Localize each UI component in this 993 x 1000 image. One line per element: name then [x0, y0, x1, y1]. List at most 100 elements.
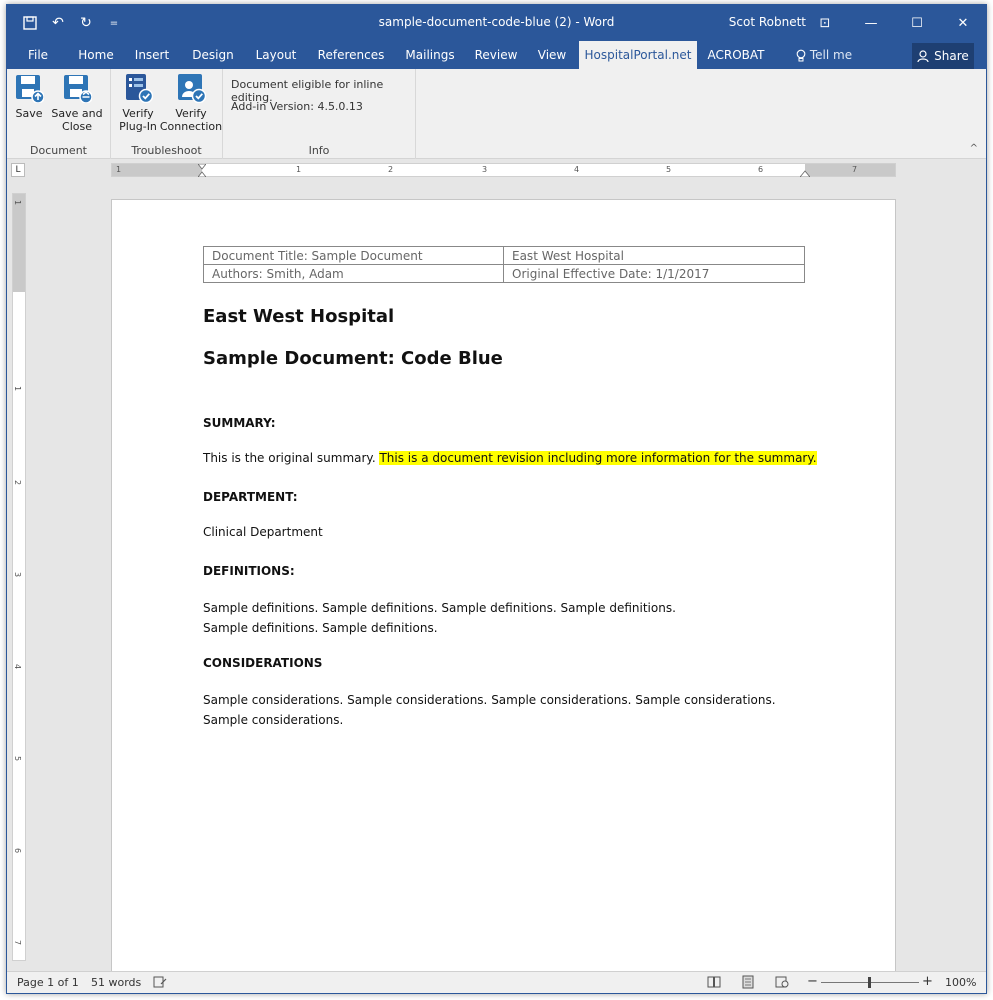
maximize-icon: ☐ [911, 15, 923, 31]
ribbon: Save Save and Close Document Verify Plug… [7, 69, 986, 159]
info-addin-version: Add-in Version: 4.5.0.13 [231, 100, 363, 113]
considerations-paragraph[interactable]: Sample considerations. Sample considerat… [203, 690, 823, 730]
header-cell-doc-title[interactable]: Document Title: Sample Document [203, 246, 504, 265]
share-button[interactable]: Share [912, 43, 974, 69]
horizontal-ruler[interactable]: 1 1 2 3 4 5 6 7 [111, 163, 896, 177]
save-and-close-button[interactable]: Save and Close [51, 73, 103, 133]
tab-selector[interactable]: L [11, 163, 25, 177]
tab-insert[interactable]: Insert [129, 41, 175, 69]
ruler-number: 1 [116, 165, 122, 174]
verify-connection-icon [178, 74, 206, 103]
ruler-number: 6 [13, 847, 23, 854]
ruler-left-margin [112, 164, 202, 176]
maximize-button[interactable]: ☐ [894, 5, 940, 41]
heading-hospital[interactable]: East West Hospital [203, 306, 394, 327]
indent-marker-icon[interactable] [198, 164, 206, 177]
verify-plugin-label-2: Plug-In [119, 120, 157, 133]
heading-definitions[interactable]: DEFINITIONS: [203, 564, 295, 578]
considerations-line: Sample considerations. Sample considerat… [203, 693, 776, 707]
verify-connection-button[interactable]: Verify Connection [159, 73, 223, 133]
ribbon-tabs: File Home Insert Design Layout Reference… [7, 41, 986, 69]
ruler-number: 1 [296, 165, 302, 174]
tab-hospitalportal[interactable]: HospitalPortal.net [579, 41, 697, 69]
header-cell-hospital[interactable]: East West Hospital [503, 246, 805, 265]
ruler-number: 5 [666, 165, 672, 174]
tab-design[interactable]: Design [187, 41, 239, 69]
group-label-info: Info [308, 144, 330, 157]
tab-acrobat[interactable]: ACROBAT [703, 41, 769, 69]
ruler-number: 1 [13, 199, 23, 206]
heading-department[interactable]: DEPARTMENT: [203, 490, 298, 504]
header-cell-effective-date[interactable]: Original Effective Date: 1/1/2017 [503, 264, 805, 283]
print-layout-icon[interactable] [741, 975, 755, 989]
close-button[interactable]: ✕ [940, 5, 986, 41]
table-row: Authors: Smith, Adam Original Effective … [203, 264, 805, 283]
ruler-number: 1 [13, 385, 23, 392]
word-window: ↶ ↻ = sample-document-code-blue (2) - Wo… [6, 4, 987, 994]
document-header-table[interactable]: Document Title: Sample Document East Wes… [203, 246, 805, 283]
collapse-ribbon-icon[interactable]: ^ [970, 143, 978, 154]
zoom-in-button[interactable]: + [922, 974, 933, 989]
ruler-number: 2 [388, 165, 394, 174]
ribbon-display-options-button[interactable]: ⊡ [802, 5, 848, 41]
verify-conn-label-1: Verify [175, 107, 207, 120]
group-label-troubleshoot: Troubleshoot [131, 144, 202, 157]
heading-document-title[interactable]: Sample Document: Code Blue [203, 348, 503, 369]
ruler-top-margin [13, 194, 25, 292]
lightbulb-icon [796, 49, 806, 61]
verify-conn-label-2: Connection [159, 120, 223, 133]
zoom-slider-thumb[interactable] [868, 977, 871, 988]
group-troubleshoot: Verify Plug-In Verify Connection Trouble… [111, 69, 223, 159]
tab-mailings[interactable]: Mailings [397, 41, 463, 69]
save-close-label-2: Close [62, 120, 92, 133]
save-label: Save [15, 107, 43, 120]
page-count[interactable]: Page 1 of 1 [17, 976, 79, 989]
verify-plugin-button[interactable]: Verify Plug-In [115, 73, 161, 133]
web-layout-icon[interactable] [775, 976, 789, 988]
tab-review[interactable]: Review [468, 41, 524, 69]
summary-paragraph[interactable]: This is the original summary. This is a … [203, 448, 823, 468]
ruler-number: 4 [13, 663, 23, 670]
summary-original-text: This is the original summary. [203, 451, 380, 465]
save-button[interactable]: Save [13, 73, 45, 120]
tell-me-search[interactable]: Tell me [779, 41, 869, 69]
definitions-line: Sample definitions. Sample definitions. … [203, 601, 676, 615]
tab-layout[interactable]: Layout [250, 41, 302, 69]
table-row: Document Title: Sample Document East Wes… [203, 246, 805, 265]
header-cell-authors[interactable]: Authors: Smith, Adam [203, 264, 504, 283]
minimize-button[interactable]: — [848, 5, 894, 41]
tab-view[interactable]: View [529, 41, 575, 69]
tab-references[interactable]: References [312, 41, 390, 69]
read-mode-icon[interactable] [707, 976, 721, 988]
ruler-number: 6 [758, 165, 764, 174]
definitions-paragraph[interactable]: Sample definitions. Sample definitions. … [203, 598, 823, 638]
zoom-level[interactable]: 100% [945, 976, 976, 989]
heading-considerations[interactable]: CONSIDERATIONS [203, 656, 322, 670]
user-name[interactable]: Scot Robnett [729, 15, 806, 29]
group-label-document: Document [30, 144, 87, 157]
status-bar: Page 1 of 1 51 words − + 100% [7, 971, 986, 993]
department-paragraph[interactable]: Clinical Department [203, 522, 823, 542]
title-bar: ↶ ↻ = sample-document-code-blue (2) - Wo… [7, 5, 986, 41]
document-page[interactable]: Document Title: Sample Document East Wes… [111, 199, 896, 989]
ruler-number: 2 [13, 479, 23, 486]
ruler-number: 5 [13, 755, 23, 762]
tab-home[interactable]: Home [73, 41, 119, 69]
proofing-icon[interactable] [153, 976, 167, 988]
tab-file[interactable]: File [17, 41, 59, 69]
group-info: Document eligible for inline editing. Ad… [223, 69, 416, 159]
word-count[interactable]: 51 words [91, 976, 141, 989]
close-icon: ✕ [957, 15, 969, 31]
ruler-right-margin [805, 164, 895, 176]
vertical-ruler[interactable]: 1 1 2 3 4 5 6 7 [12, 193, 26, 961]
definitions-line: Sample definitions. Sample definitions. [203, 621, 438, 635]
ruler-number: 4 [574, 165, 580, 174]
heading-summary[interactable]: SUMMARY: [203, 416, 276, 430]
person-icon [917, 49, 929, 62]
right-indent-marker-icon[interactable] [800, 164, 810, 177]
ruler-number: 3 [13, 571, 23, 578]
ruler-number: 7 [13, 939, 23, 946]
zoom-out-button[interactable]: − [807, 974, 818, 989]
summary-highlighted-revision: This is a document revision including mo… [379, 451, 817, 465]
ribbon-display-icon: ⊡ [819, 15, 831, 31]
